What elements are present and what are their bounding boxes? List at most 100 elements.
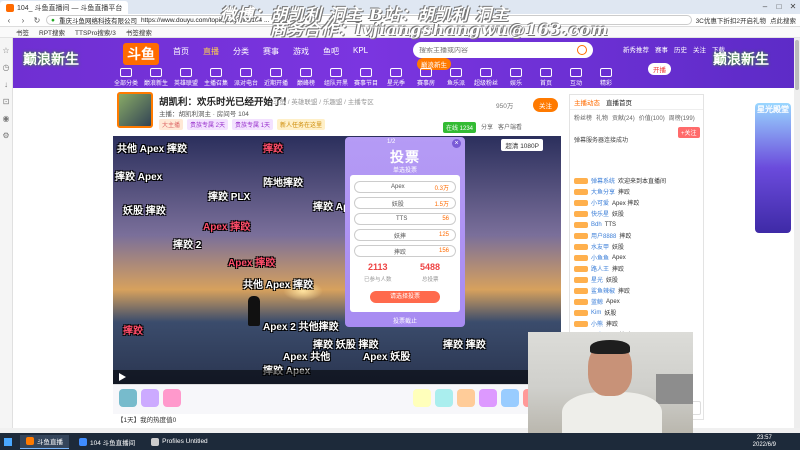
header-btn[interactable]: 历史: [674, 44, 687, 54]
chat-message[interactable]: 用户8888 摔跤: [570, 230, 705, 241]
category-shortcut[interactable]: 星光季: [383, 68, 409, 87]
nav-item[interactable]: 游戏: [293, 46, 309, 57]
category-shortcut[interactable]: 精彩: [593, 68, 619, 87]
chat-username[interactable]: 鲨鱼辣椒: [591, 286, 615, 295]
category-shortcut[interactable]: 派对电台: [233, 68, 259, 87]
rank-tab[interactable]: 周榜(199): [669, 113, 695, 122]
category-shortcut[interactable]: 赛事节目: [353, 68, 379, 87]
start-stream-button[interactable]: 开播: [648, 63, 671, 75]
chat-username[interactable]: 星光: [591, 275, 603, 284]
gift-icon[interactable]: [457, 389, 475, 407]
gift-icon[interactable]: [479, 389, 497, 407]
vote-option[interactable]: Apex 0.3万: [354, 181, 456, 193]
gift-icon[interactable]: [141, 389, 159, 407]
room-tag[interactable]: 贵族专属 1天: [232, 119, 274, 130]
chat-username[interactable]: 用户8888: [591, 231, 616, 240]
play-icon[interactable]: [119, 373, 126, 381]
chat-message[interactable]: 路人王 摔跤: [570, 263, 705, 274]
follow-button[interactable]: 关注: [533, 98, 558, 112]
gift-icon[interactable]: [163, 389, 181, 407]
nav-item[interactable]: 首页: [173, 46, 189, 57]
system-clock[interactable]: 23:57 2022/6/9: [753, 435, 776, 449]
quality-button[interactable]: 超清 1080P: [501, 139, 543, 151]
search-icon[interactable]: [577, 45, 587, 55]
chat-message[interactable]: Bdh TTS: [570, 219, 705, 230]
category-shortcut[interactable]: 超级粉丝: [473, 68, 499, 87]
chat-message[interactable]: 弹幕系统 欢迎来到本直播间: [570, 175, 705, 186]
rank-tab[interactable]: 粉丝榜: [574, 113, 592, 122]
refresh-icon[interactable]: ↻: [32, 16, 42, 25]
chat-message[interactable]: 大鱼分享 摔跤: [570, 186, 705, 197]
vote-option[interactable]: 妖股 1.5万: [354, 197, 456, 209]
back-icon[interactable]: ‹: [4, 16, 14, 25]
chat-message[interactable]: 小熊 摔跤: [570, 318, 705, 329]
gift-icon[interactable]: [413, 389, 431, 407]
chat-username[interactable]: 快乐星: [591, 209, 609, 218]
category-shortcut[interactable]: 首页: [533, 68, 559, 87]
download-icon[interactable]: ↓: [0, 80, 12, 89]
taskbar-app[interactable]: 斗鱼直播: [20, 434, 69, 449]
promo-banner[interactable]: 星光殿堂: [755, 103, 791, 233]
taskbar-app[interactable]: Profiles Untitled: [145, 435, 214, 449]
game-icon[interactable]: ◉: [0, 114, 12, 123]
category-shortcut[interactable]: 巅峰榜: [293, 68, 319, 87]
nav-item[interactable]: 分类: [233, 46, 249, 57]
chat-username[interactable]: Kim: [591, 310, 601, 316]
nav-item[interactable]: 赛事: [263, 46, 279, 57]
bookmark-item[interactable]: 书签: [16, 27, 29, 37]
chat-username[interactable]: 大鱼分享: [591, 187, 615, 196]
room-action[interactable]: 分享: [481, 122, 493, 133]
header-btn[interactable]: 下载: [712, 44, 725, 54]
chat-username[interactable]: 小可爱: [591, 198, 609, 207]
category-shortcut[interactable]: 英雄联盟: [173, 68, 199, 87]
forward-icon[interactable]: ›: [18, 16, 28, 25]
bookmark-item[interactable]: 书签搜索: [126, 27, 152, 37]
page-scrollbar[interactable]: [794, 38, 800, 428]
maximize-icon[interactable]: □: [772, 0, 786, 13]
chat-message[interactable]: 小鱼鱼 Apex: [570, 252, 705, 263]
minimize-icon[interactable]: –: [758, 0, 772, 13]
gift-icon[interactable]: [501, 389, 519, 407]
header-btn[interactable]: 赛事: [655, 44, 668, 54]
category-shortcut[interactable]: 巅浪新生: [143, 68, 169, 87]
rank-tab[interactable]: 贡献(24): [612, 113, 635, 122]
room-tag[interactable]: 大主播: [159, 119, 184, 130]
category-shortcut[interactable]: 近期开播: [263, 68, 289, 87]
category-shortcut[interactable]: 组队开黑: [323, 68, 349, 87]
chat-message[interactable]: 小可爱 Apex 摔跤: [570, 197, 705, 208]
vote-option[interactable]: 摔跤 156: [354, 245, 456, 257]
star-icon[interactable]: ☆: [0, 46, 12, 55]
cart-icon[interactable]: ⊡: [0, 97, 12, 106]
rank-tab[interactable]: 价值(100): [639, 113, 665, 122]
chat-username[interactable]: Bdh: [591, 222, 602, 228]
vote-submit-button[interactable]: 请选择投票: [370, 291, 440, 303]
bookmark-item[interactable]: RPT搜索: [39, 27, 65, 37]
bookmark-item[interactable]: TTSPro搜索/3: [75, 27, 116, 37]
category-shortcut[interactable]: 全部分类: [113, 68, 139, 87]
gift-icon[interactable]: [435, 389, 453, 407]
chat-username[interactable]: 小熊: [591, 319, 603, 328]
room-category[interactable]: 斗鱼 / 英雄联盟 / 乐趣盟 / 主播专区: [273, 96, 374, 106]
room-action[interactable]: 客户端看: [498, 122, 522, 133]
settings-icon[interactable]: ⚙: [0, 131, 12, 140]
chat-message[interactable]: 鲨鱼辣椒 摔跤: [570, 285, 705, 296]
scroll-thumb[interactable]: [795, 40, 799, 90]
room-tag[interactable]: 新人任务在这里: [277, 119, 326, 130]
chat-username[interactable]: 小鱼鱼: [591, 253, 609, 262]
chat-username[interactable]: 水友甲: [591, 242, 609, 251]
chat-username[interactable]: 路人王: [591, 264, 609, 273]
chat-message[interactable]: Kim 妖股: [570, 307, 705, 318]
video-player[interactable]: 共他 Apex 摔跤摔跤摔跤共他摔跤 共他摔跤 Apex阵地摔跤Apex 妖股摔…: [113, 136, 561, 384]
nav-item[interactable]: 鱼吧: [323, 46, 339, 57]
header-btn[interactable]: 关注: [693, 44, 706, 54]
chat-tab[interactable]: 主播动态: [574, 97, 600, 107]
chat-message[interactable]: 水友甲 妖股: [570, 241, 705, 252]
browser-right-pill[interactable]: 3C优惠下折扣2开启礼物: [696, 15, 766, 25]
gift-icon[interactable]: [119, 389, 137, 407]
chat-message[interactable]: 星光 妖股: [570, 274, 705, 285]
browser-search-hint[interactable]: 点此搜索: [770, 15, 796, 25]
header-btn[interactable]: 新秀推荐: [623, 44, 649, 54]
chat-username[interactable]: 弹幕系统: [591, 176, 615, 185]
chat-message[interactable]: 蓝鲸 Apex: [570, 296, 705, 307]
category-shortcut[interactable]: 赛事房: [413, 68, 439, 87]
